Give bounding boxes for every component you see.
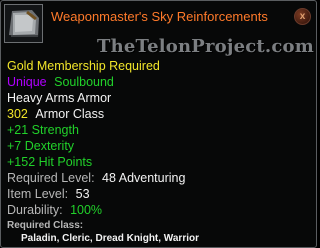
item-type: Heavy Arms Armor <box>7 91 112 105</box>
soulbound-badge: Soulbound <box>54 75 114 89</box>
required-level-label: Required Level: <box>7 171 95 185</box>
item-level-value: 53 <box>75 187 90 201</box>
item-level-label: Item Level: <box>7 187 69 201</box>
required-class-value: Paladin, Cleric, Dread Knight, Warrior <box>21 233 199 244</box>
durability-value: 100% <box>70 203 103 217</box>
unique-badge: Unique <box>7 75 47 89</box>
armor-class-row: 302 Armor Class <box>7 106 104 122</box>
armor-class-label: Armor Class <box>35 107 105 121</box>
stat-hit-points: +152 Hit Points <box>7 155 93 169</box>
item-tooltip: Weaponmaster's Sky Reinforcements x TheT… <box>0 0 317 248</box>
stat-strength: +21 Strength <box>7 123 79 137</box>
armor-class-value: 302 <box>7 107 28 121</box>
item-flags-row: Unique Soulbound <box>7 74 114 90</box>
required-level-row: Required Level: 48 Adventuring <box>7 170 185 186</box>
item-level-row: Item Level: 53 <box>7 186 90 202</box>
durability-row: Durability: 100% <box>7 202 102 218</box>
membership-requirement: Gold Membership Required <box>7 59 160 73</box>
required-level-value: 48 Adventuring <box>102 171 186 185</box>
armor-shoulder-icon <box>4 4 43 43</box>
durability-label: Durability: <box>7 203 63 217</box>
item-title: Weaponmaster's Sky Reinforcements <box>51 9 268 24</box>
watermark-text: TheTelonProject.com <box>97 36 314 57</box>
close-button[interactable]: x <box>294 8 311 25</box>
stat-dexterity: +7 Dexterity <box>7 139 75 153</box>
